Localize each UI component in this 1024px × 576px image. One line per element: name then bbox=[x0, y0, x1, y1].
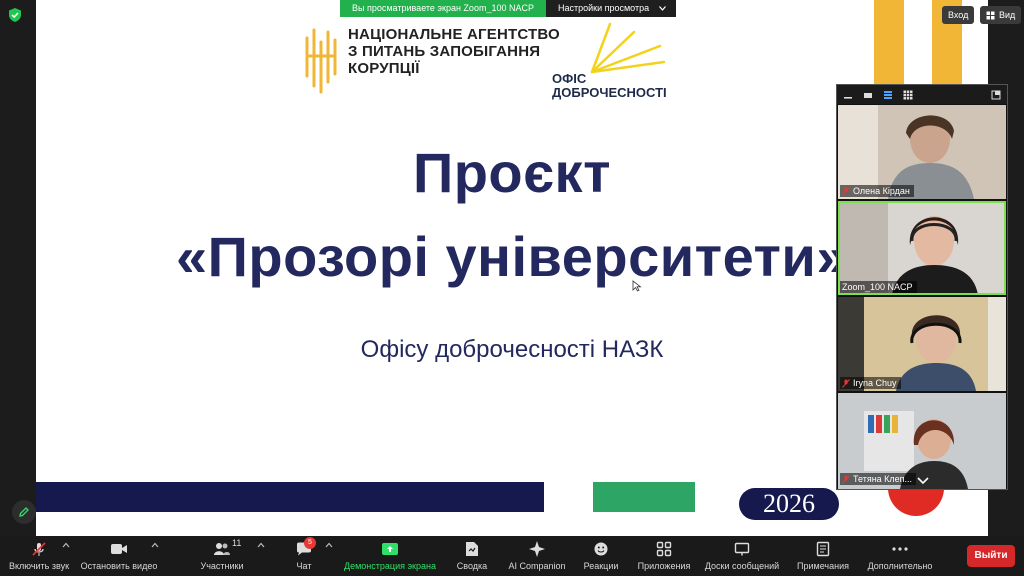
nazk-logo-line: НАЦІОНАЛЬНЕ АГЕНТСТВО bbox=[348, 26, 560, 43]
viewing-screen-label: Вы просматриваете экран Zoom_100 NACP bbox=[340, 0, 546, 17]
chevron-up-icon[interactable] bbox=[62, 542, 70, 548]
chat-unread-badge: 5 bbox=[304, 537, 316, 549]
nazk-logo-line: З ПИТАНЬ ЗАПОБІГАННЯ bbox=[348, 43, 541, 60]
zoom-meeting-window: НАЦІОНАЛЬНЕ АГЕНТСТВО З ПИТАНЬ ЗАПОБІГАН… bbox=[0, 0, 1024, 576]
view-label: Вид bbox=[999, 10, 1016, 20]
leave-meeting-button[interactable]: Выйти bbox=[967, 545, 1015, 567]
chevron-down-icon bbox=[659, 6, 667, 11]
participants-icon: 11 bbox=[212, 538, 241, 558]
participant-video-tile[interactable]: Тетяна Клеп... bbox=[838, 393, 1006, 489]
sign-in-button[interactable]: Вход bbox=[942, 6, 975, 24]
nazk-logo: НАЦІОНАЛЬНЕ АГЕНТСТВО З ПИТАНЬ ЗАПОБІГАН… bbox=[304, 26, 560, 94]
integrity-office-logo: ОФІС ДОБРОЧЕСНОСТІ bbox=[552, 22, 672, 100]
toolbar-label: Участники bbox=[200, 561, 244, 571]
green-bar-decoration bbox=[593, 482, 695, 512]
participants-button[interactable]: 11 Участники bbox=[196, 538, 248, 574]
more-icon bbox=[890, 540, 910, 558]
participant-name-tag: Zoom_100 NACP bbox=[840, 281, 917, 293]
gold-stripe-decoration bbox=[874, 0, 904, 84]
chevron-up-icon[interactable] bbox=[151, 542, 159, 548]
toolbar-label: AI Companion bbox=[508, 561, 566, 571]
toolbar-label: Реакции bbox=[583, 561, 619, 571]
participants-video-panel: Олена Кірдан Zoom_100 NACP Iryna Chuy Те… bbox=[836, 84, 1008, 490]
stop-video-button[interactable]: Остановить видео bbox=[80, 538, 158, 574]
exit-panel-icon[interactable] bbox=[991, 90, 1001, 100]
sign-in-label: Вход bbox=[948, 10, 969, 20]
nazk-emblem-icon bbox=[305, 28, 337, 94]
view-options-dropdown[interactable]: Настройки просмотра bbox=[545, 0, 677, 17]
notes-button[interactable]: Примечания bbox=[794, 538, 852, 574]
office-logo-line: ОФІС bbox=[552, 71, 587, 86]
speaker-view-icon[interactable] bbox=[863, 90, 873, 100]
apps-button[interactable]: Приложения bbox=[636, 538, 692, 574]
whiteboards-icon bbox=[732, 540, 752, 558]
muted-mic-icon bbox=[842, 186, 850, 196]
mouse-cursor-icon bbox=[632, 280, 642, 292]
apps-icon bbox=[654, 540, 674, 558]
ai-companion-icon bbox=[527, 540, 547, 558]
nazk-logo-line: КОРУПЦІЇ bbox=[348, 60, 420, 77]
toolbar-label: Демонстрация экрана bbox=[344, 561, 436, 571]
pencil-icon bbox=[19, 507, 29, 517]
participant-video-tile-active-speaker[interactable]: Zoom_100 NACP bbox=[838, 201, 1006, 295]
office-logo-line: ДОБРОЧЕСНОСТІ bbox=[552, 85, 667, 100]
chat-button[interactable]: 5 Чат bbox=[288, 537, 320, 574]
participant-video-tile[interactable]: Iryna Chuy bbox=[838, 297, 1006, 391]
gallery-view-icon[interactable] bbox=[903, 90, 913, 100]
participant-name: Тетяна Клеп... bbox=[853, 474, 913, 484]
share-screen-button[interactable]: Демонстрация экрана bbox=[342, 538, 438, 574]
toolbar-label: Включить звук bbox=[8, 561, 70, 571]
grid-view-icon bbox=[986, 11, 995, 19]
participant-name: Iryna Chuy bbox=[853, 378, 897, 388]
muted-mic-icon bbox=[842, 378, 850, 388]
view-options-label: Настройки просмотра bbox=[557, 3, 650, 13]
whiteboards-button[interactable]: Доски сообщений bbox=[700, 538, 784, 574]
toolbar-label: Приложения bbox=[637, 561, 691, 571]
participant-name: Zoom_100 NACP bbox=[842, 282, 913, 292]
navy-bar-decoration bbox=[36, 482, 544, 512]
toolbar-label: Доски сообщений bbox=[704, 561, 780, 571]
participants-count: 11 bbox=[232, 538, 242, 548]
mic-off-icon bbox=[29, 540, 49, 558]
chat-icon: 5 bbox=[294, 537, 316, 558]
panel-toolbar bbox=[837, 85, 1007, 104]
nazk-logo-text: НАЦІОНАЛЬНЕ АГЕНТСТВО З ПИТАНЬ ЗАПОБІГАН… bbox=[348, 26, 560, 77]
annotate-button[interactable] bbox=[12, 500, 36, 524]
toolbar-label: Дополнительно bbox=[867, 561, 933, 571]
summary-icon bbox=[462, 540, 482, 558]
strip-view-icon[interactable] bbox=[883, 90, 893, 100]
minimize-icon[interactable] bbox=[843, 90, 853, 100]
sunburst-icon bbox=[590, 22, 666, 74]
video-camera-icon bbox=[109, 540, 129, 558]
participant-name: Олена Кірдан bbox=[853, 186, 910, 196]
participant-name-tag: Олена Кірдан bbox=[840, 185, 914, 197]
chevron-up-icon[interactable] bbox=[257, 542, 265, 548]
view-button[interactable]: Вид bbox=[980, 6, 1022, 24]
ai-companion-button[interactable]: AI Companion bbox=[506, 538, 568, 574]
toolbar-label: Сводка bbox=[456, 561, 488, 571]
more-button[interactable]: Дополнительно bbox=[864, 538, 936, 574]
participant-name-tag: Iryna Chuy bbox=[840, 377, 901, 389]
reactions-icon bbox=[591, 540, 611, 558]
summary-button[interactable]: Сводка bbox=[452, 538, 492, 574]
toolbar-label: Примечания bbox=[797, 561, 849, 571]
reactions-button[interactable]: Реакции bbox=[582, 538, 620, 574]
year-badge: 2026 bbox=[739, 488, 839, 520]
participant-name-tag: Тетяна Клеп... bbox=[840, 473, 917, 485]
participant-video-tile[interactable]: Олена Кірдан bbox=[838, 105, 1006, 199]
chevron-down-icon[interactable] bbox=[916, 475, 930, 485]
security-shield-icon[interactable] bbox=[7, 7, 23, 23]
muted-mic-icon bbox=[842, 474, 850, 484]
toolbar-label: Чат bbox=[296, 561, 312, 571]
share-screen-icon bbox=[380, 540, 400, 558]
toolbar-label: Остановить видео bbox=[80, 561, 158, 571]
chevron-up-icon[interactable] bbox=[325, 542, 333, 548]
integrity-office-text: ОФІС ДОБРОЧЕСНОСТІ bbox=[552, 72, 667, 100]
screen-share-banner: Вы просматриваете экран Zoom_100 NACP На… bbox=[340, 0, 677, 17]
notes-icon bbox=[813, 540, 833, 558]
meeting-controls-toolbar: Включить звук Остановить видео 11 Участн… bbox=[0, 536, 1024, 576]
